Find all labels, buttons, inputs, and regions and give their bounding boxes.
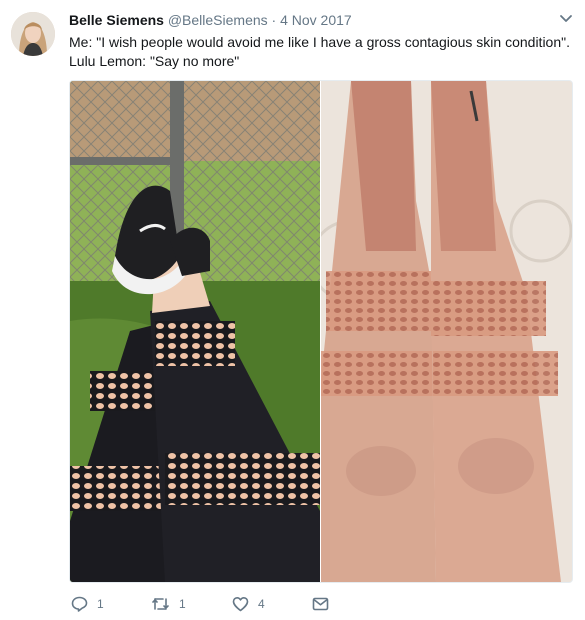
avatar[interactable] bbox=[11, 12, 55, 56]
tweet-card[interactable]: Belle Siemens @BelleSiemens · 4 Nov 2017… bbox=[0, 0, 585, 620]
photo-sunburn-legs[interactable] bbox=[321, 81, 572, 582]
retweet-count: 1 bbox=[179, 597, 186, 611]
like-count: 4 bbox=[258, 597, 265, 611]
tweet-header: Belle Siemens @BelleSiemens · 4 Nov 2017 bbox=[69, 12, 569, 32]
retweet-button[interactable]: 1 bbox=[151, 594, 186, 614]
tweet-date[interactable]: 4 Nov 2017 bbox=[280, 12, 352, 28]
user-handle[interactable]: @BelleSiemens bbox=[168, 12, 268, 28]
chevron-down-icon[interactable] bbox=[559, 14, 573, 24]
retweet-icon bbox=[151, 597, 170, 611]
tweet-text-line-2: Lulu Lemon: "Say no more" bbox=[69, 53, 240, 69]
reply-count: 1 bbox=[97, 597, 104, 611]
like-button[interactable]: 4 bbox=[232, 594, 265, 614]
envelope-icon bbox=[312, 597, 329, 611]
separator-dot: · bbox=[271, 12, 277, 28]
avatar-image bbox=[11, 12, 55, 56]
display-name[interactable]: Belle Siemens bbox=[69, 12, 164, 28]
heart-icon bbox=[232, 596, 249, 612]
reply-icon bbox=[71, 596, 88, 612]
tweet-text: Me: "I wish people would avoid me like I… bbox=[69, 33, 574, 71]
reply-button[interactable]: 1 bbox=[71, 594, 104, 614]
tweet-media[interactable] bbox=[69, 80, 573, 583]
direct-message-button[interactable] bbox=[312, 594, 329, 614]
photo-leggings[interactable] bbox=[70, 81, 320, 582]
tweet-text-line-1: Me: "I wish people would avoid me like I… bbox=[69, 34, 570, 50]
